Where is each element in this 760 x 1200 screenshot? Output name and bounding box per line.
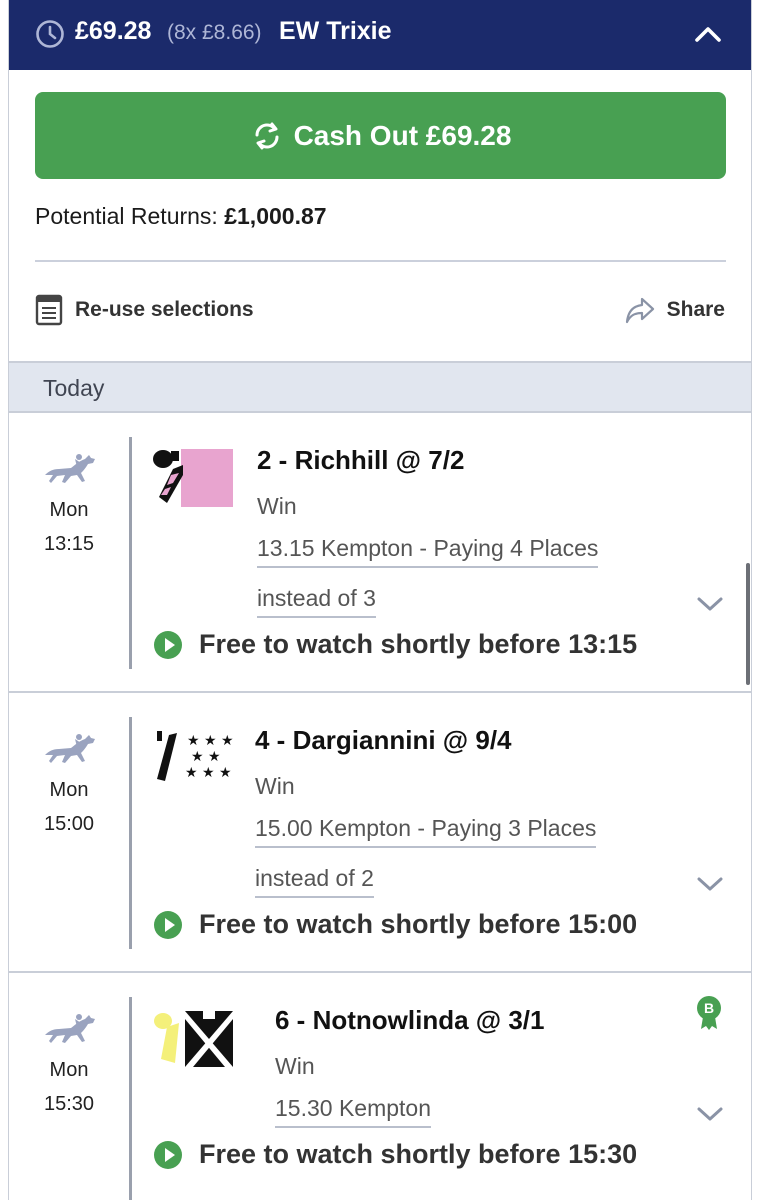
timeline-bar bbox=[129, 997, 132, 1200]
cash-out-label: Cash Out £69.28 bbox=[293, 119, 512, 151]
selection-name: 2 - Richhill @ 7/2 bbox=[257, 445, 465, 475]
refresh-icon bbox=[255, 122, 279, 149]
timeline-bar bbox=[129, 717, 132, 949]
chevron-up-icon[interactable] bbox=[693, 21, 723, 47]
chevron-down-icon[interactable] bbox=[695, 873, 725, 895]
boost-badge-icon: B bbox=[697, 996, 721, 1030]
potential-returns: Potential Returns: £1,000.87 bbox=[35, 203, 327, 230]
jockey-silks-icon bbox=[153, 449, 233, 507]
watch-live-label: Free to watch shortly before 15:30 bbox=[199, 1139, 638, 1169]
race-info-link[interactable]: 13.15 Kempton - Paying 4 Places bbox=[257, 535, 599, 568]
watch-live-label: Free to watch shortly before 15:00 bbox=[199, 909, 638, 939]
bet-stake: £69.28 bbox=[75, 17, 152, 45]
potential-returns-label: Potential Returns: bbox=[35, 203, 218, 229]
watch-live-link[interactable]: Free to watch shortly before 13:15 bbox=[153, 629, 637, 660]
document-icon bbox=[35, 294, 63, 326]
stake-calculation: (8x £8.66) bbox=[167, 21, 262, 44]
race-day: Mon bbox=[49, 1059, 89, 1081]
jockey-silks-icon: ★ ★ ★ ★ ★ ★ ★ ★ bbox=[157, 731, 234, 781]
race-day: Mon bbox=[49, 499, 89, 521]
jockey-silks-icon bbox=[154, 1009, 233, 1067]
selection-name: 4 - Dargiannini @ 9/4 bbox=[255, 725, 512, 755]
race-info-link[interactable]: 15.30 Kempton bbox=[275, 1095, 432, 1128]
horse-racing-icon bbox=[45, 454, 95, 483]
play-icon bbox=[154, 630, 182, 659]
chevron-down-icon[interactable] bbox=[695, 593, 725, 615]
watch-live-link[interactable]: Free to watch shortly before 15:00 bbox=[153, 909, 637, 940]
share-icon bbox=[625, 297, 654, 324]
watch-live-link[interactable]: Free to watch shortly before 15:30 bbox=[153, 1139, 637, 1170]
share-label: Share bbox=[666, 298, 725, 321]
divider bbox=[35, 260, 726, 262]
clock-icon bbox=[36, 20, 64, 48]
race-time: 15:30 bbox=[43, 1093, 95, 1115]
selection-name: 6 - Notnowlinda @ 3/1 bbox=[275, 1005, 545, 1035]
svg-text:★ ★ ★: ★ ★ ★ bbox=[185, 765, 232, 781]
bet-card: £69.28 (8x £8.66) EW Trixie Cash Out £69… bbox=[8, 0, 752, 1200]
race-info-link-continued[interactable]: instead of 2 bbox=[255, 865, 374, 898]
race-time: 15:00 bbox=[43, 813, 95, 835]
selection-row[interactable]: Mon 13:15 2 - Richhill @ 7/2 Win 13.15 K… bbox=[9, 413, 751, 693]
reuse-selections-label: Re-use selections bbox=[75, 298, 254, 321]
day-header: Today bbox=[9, 361, 751, 413]
race-day: Mon bbox=[49, 779, 89, 801]
bet-type: EW Trixie bbox=[279, 17, 392, 45]
scrollbar[interactable] bbox=[746, 563, 750, 685]
selection-row[interactable]: Mon 15:00 ★ ★ ★ ★ ★ ★ ★ ★ 4 - Dargiannin… bbox=[9, 693, 751, 973]
svg-text:★ ★: ★ ★ bbox=[191, 749, 221, 765]
race-info-link-continued[interactable]: instead of 3 bbox=[257, 585, 376, 618]
svg-text:★ ★ ★: ★ ★ ★ bbox=[187, 733, 234, 749]
potential-returns-value: £1,000.87 bbox=[224, 203, 327, 229]
selection-row[interactable]: Mon 15:30 6 - Notnowlinda @ 3/1 Win 15.3… bbox=[9, 973, 751, 1200]
selection-market: Win bbox=[275, 1053, 315, 1079]
chevron-down-icon[interactable] bbox=[695, 1103, 725, 1125]
reuse-selections-button[interactable]: Re-use selections bbox=[35, 294, 254, 326]
boost-badge-letter: B bbox=[704, 1000, 714, 1016]
watch-live-label: Free to watch shortly before 13:15 bbox=[199, 629, 638, 659]
day-header-label: Today bbox=[43, 375, 105, 401]
race-info-link[interactable]: 15.00 Kempton - Paying 3 Places bbox=[255, 815, 597, 848]
selection-market: Win bbox=[257, 493, 297, 519]
share-button[interactable]: Share bbox=[625, 296, 725, 324]
play-icon bbox=[154, 1140, 182, 1169]
timeline-bar bbox=[129, 437, 132, 669]
race-time: 13:15 bbox=[43, 533, 95, 555]
play-icon bbox=[154, 910, 182, 939]
bet-header[interactable]: £69.28 (8x £8.66) EW Trixie bbox=[9, 0, 751, 70]
horse-racing-icon bbox=[45, 1014, 95, 1043]
horse-racing-icon bbox=[45, 734, 95, 763]
cash-out-button[interactable]: Cash Out £69.28 bbox=[35, 92, 726, 179]
selection-market: Win bbox=[255, 773, 295, 799]
